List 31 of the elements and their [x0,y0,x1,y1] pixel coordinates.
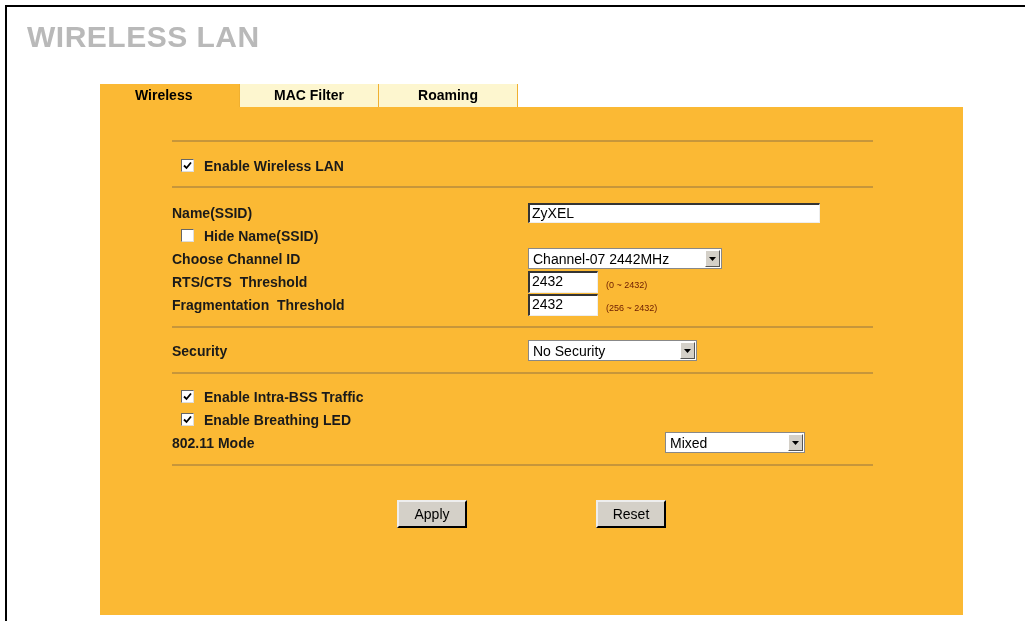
tab[interactable]: Wireless [100,84,240,107]
checkbox-label: Hide Name(SSID) [204,227,319,244]
checkbox-label: Enable Intra-BSS Traffic [204,388,364,405]
checkbox-label: Enable Wireless LAN [204,157,344,174]
page-title: WIRELESS LAN [27,19,261,55]
dropdown[interactable]: Channel-07 2442MHz [528,248,722,269]
checkbox-label: Enable Breathing LED [204,411,352,428]
field-label: 802.11 Mode [172,434,256,451]
field-label: Choose Channel ID [172,250,302,267]
input-field[interactable]: 2432 [528,293,598,316]
form-button[interactable]: Reset [596,500,666,528]
checkbox[interactable] [181,229,194,242]
checkbox[interactable] [181,390,194,403]
dropdown[interactable]: No Security [528,340,697,361]
checkbox[interactable] [181,413,194,426]
caret-icon[interactable] [680,342,695,359]
field-label: Fragmentation Threshold [172,296,346,313]
tab[interactable]: Roaming [379,84,518,107]
form-button[interactable]: Apply [397,500,467,528]
input-field[interactable]: ZyXEL [528,202,820,223]
range-hint: (0 ~ 2432) [606,279,648,290]
field-label: Name(SSID) [172,204,254,221]
range-hint: (256 ~ 2432) [606,302,658,313]
caret-icon[interactable] [705,250,720,267]
dropdown[interactable]: Mixed [665,432,805,453]
field-label: Security [172,342,229,359]
checkbox[interactable] [181,159,194,172]
input-field[interactable]: 2432 [528,270,598,293]
tab[interactable]: MAC Filter [240,84,379,107]
field-label: RTS/CTS Threshold [172,273,309,290]
caret-icon[interactable] [788,434,803,451]
